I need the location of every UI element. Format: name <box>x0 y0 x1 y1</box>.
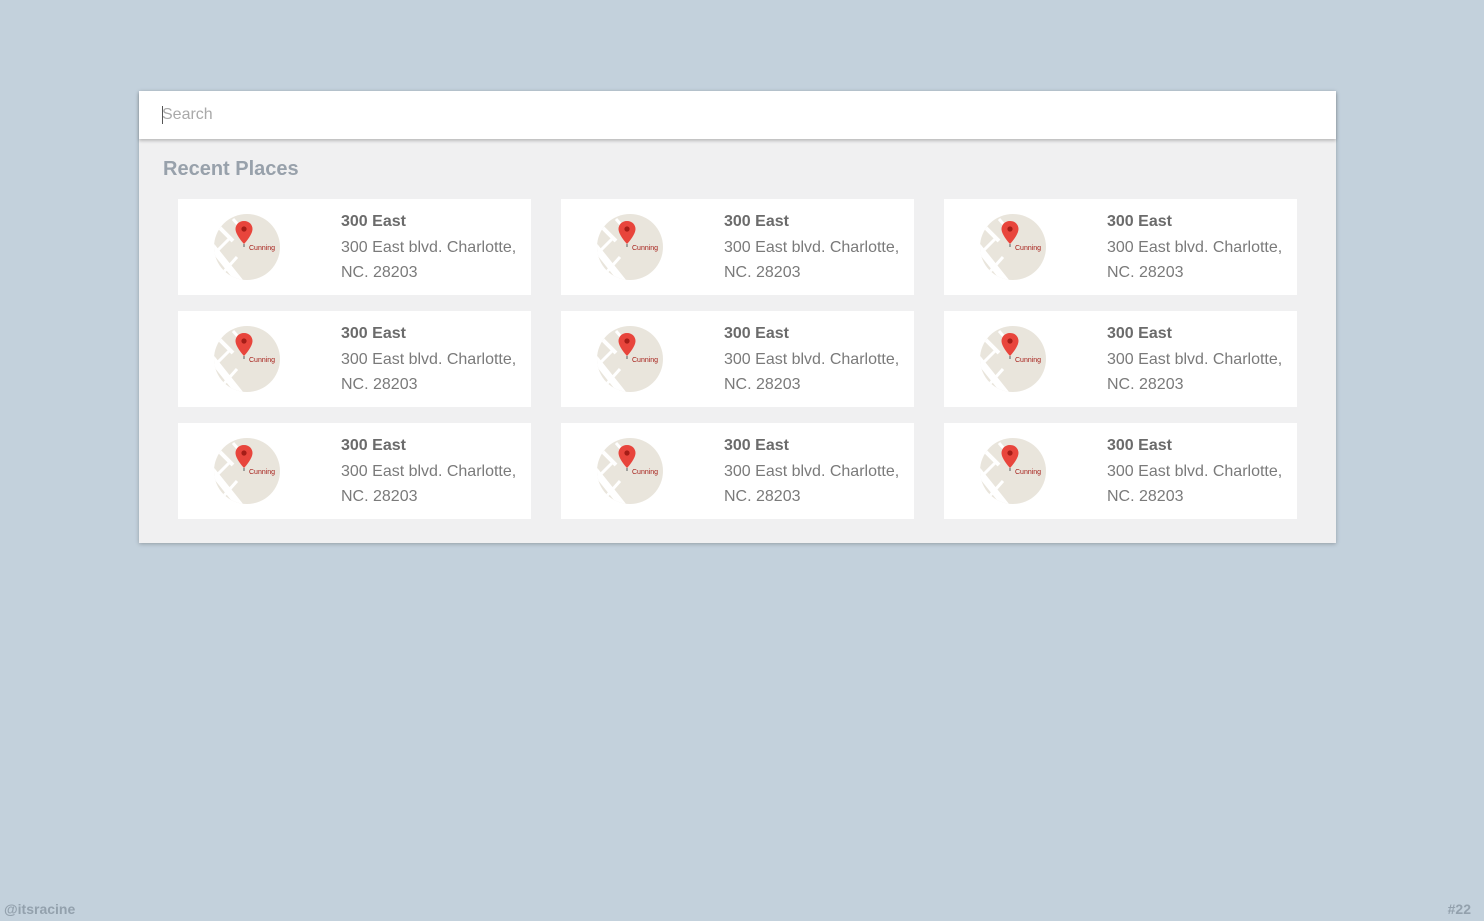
place-card[interactable]: Cunning 300 East 300 East blvd. Charlott… <box>561 423 914 519</box>
place-card[interactable]: Cunning 300 East 300 East blvd. Charlott… <box>178 311 531 407</box>
place-address: 300 East blvd. Charlotte, NC. 28203 <box>341 463 517 505</box>
map-label: Cunning <box>1015 357 1041 364</box>
map-label: Cunning <box>632 357 658 364</box>
place-address: 300 East blvd. Charlotte, NC. 28203 <box>341 239 517 281</box>
recent-places-heading: Recent Places <box>163 158 299 180</box>
map-pin-thumbnail-icon: Cunning <box>214 438 280 504</box>
place-name: 300 East <box>1107 325 1172 342</box>
search-bar <box>139 91 1336 139</box>
place-name: 300 East <box>724 325 789 342</box>
place-card[interactable]: Cunning 300 East 300 East blvd. Charlott… <box>178 423 531 519</box>
place-name: 300 East <box>724 213 789 230</box>
map-pin-thumbnail-icon: Cunning <box>214 326 280 392</box>
place-address: 300 East blvd. Charlotte, NC. 28203 <box>724 351 900 393</box>
place-card[interactable]: Cunning 300 East 300 East blvd. Charlott… <box>944 311 1297 407</box>
search-panel: Recent Places Cunning 300 East 300 Ea <box>139 91 1336 543</box>
shot-number: #22 <box>1447 901 1471 917</box>
place-address: 300 East blvd. Charlotte, NC. 28203 <box>1107 239 1283 281</box>
map-pin-thumbnail-icon: Cunning <box>980 214 1046 280</box>
place-name: 300 East <box>341 213 406 230</box>
map-label: Cunning <box>249 357 275 364</box>
place-address: 300 East blvd. Charlotte, NC. 28203 <box>1107 351 1283 393</box>
map-pin-thumbnail-icon: Cunning <box>980 326 1046 392</box>
place-address: 300 East blvd. Charlotte, NC. 28203 <box>1107 463 1283 505</box>
place-name: 300 East <box>341 437 406 454</box>
place-card[interactable]: Cunning 300 East 300 East blvd. Charlott… <box>178 199 531 295</box>
map-pin-thumbnail-icon: Cunning <box>597 438 663 504</box>
map-label: Cunning <box>249 469 275 476</box>
map-pin-thumbnail-icon: Cunning <box>597 326 663 392</box>
place-address: 300 East blvd. Charlotte, NC. 28203 <box>724 463 900 505</box>
map-label: Cunning <box>1015 469 1041 476</box>
map-label: Cunning <box>1015 245 1041 252</box>
place-name: 300 East <box>1107 213 1172 230</box>
text-caret <box>162 106 163 124</box>
search-input[interactable] <box>162 103 1312 127</box>
map-label: Cunning <box>632 245 658 252</box>
map-label: Cunning <box>249 245 275 252</box>
place-name: 300 East <box>341 325 406 342</box>
place-card[interactable]: Cunning 300 East 300 East blvd. Charlott… <box>944 199 1297 295</box>
map-pin-thumbnail-icon: Cunning <box>980 438 1046 504</box>
place-address: 300 East blvd. Charlotte, NC. 28203 <box>724 239 900 281</box>
place-card[interactable]: Cunning 300 East 300 East blvd. Charlott… <box>561 311 914 407</box>
recent-places-grid: Cunning 300 East 300 East blvd. Charlott… <box>178 199 1297 519</box>
map-pin-thumbnail-icon: Cunning <box>214 214 280 280</box>
map-pin-thumbnail-icon: Cunning <box>597 214 663 280</box>
author-handle: @itsracine <box>4 901 76 917</box>
place-card[interactable]: Cunning 300 East 300 East blvd. Charlott… <box>561 199 914 295</box>
place-name: 300 East <box>1107 437 1172 454</box>
place-card[interactable]: Cunning 300 East 300 East blvd. Charlott… <box>944 423 1297 519</box>
map-label: Cunning <box>632 469 658 476</box>
place-address: 300 East blvd. Charlotte, NC. 28203 <box>341 351 517 393</box>
place-name: 300 East <box>724 437 789 454</box>
